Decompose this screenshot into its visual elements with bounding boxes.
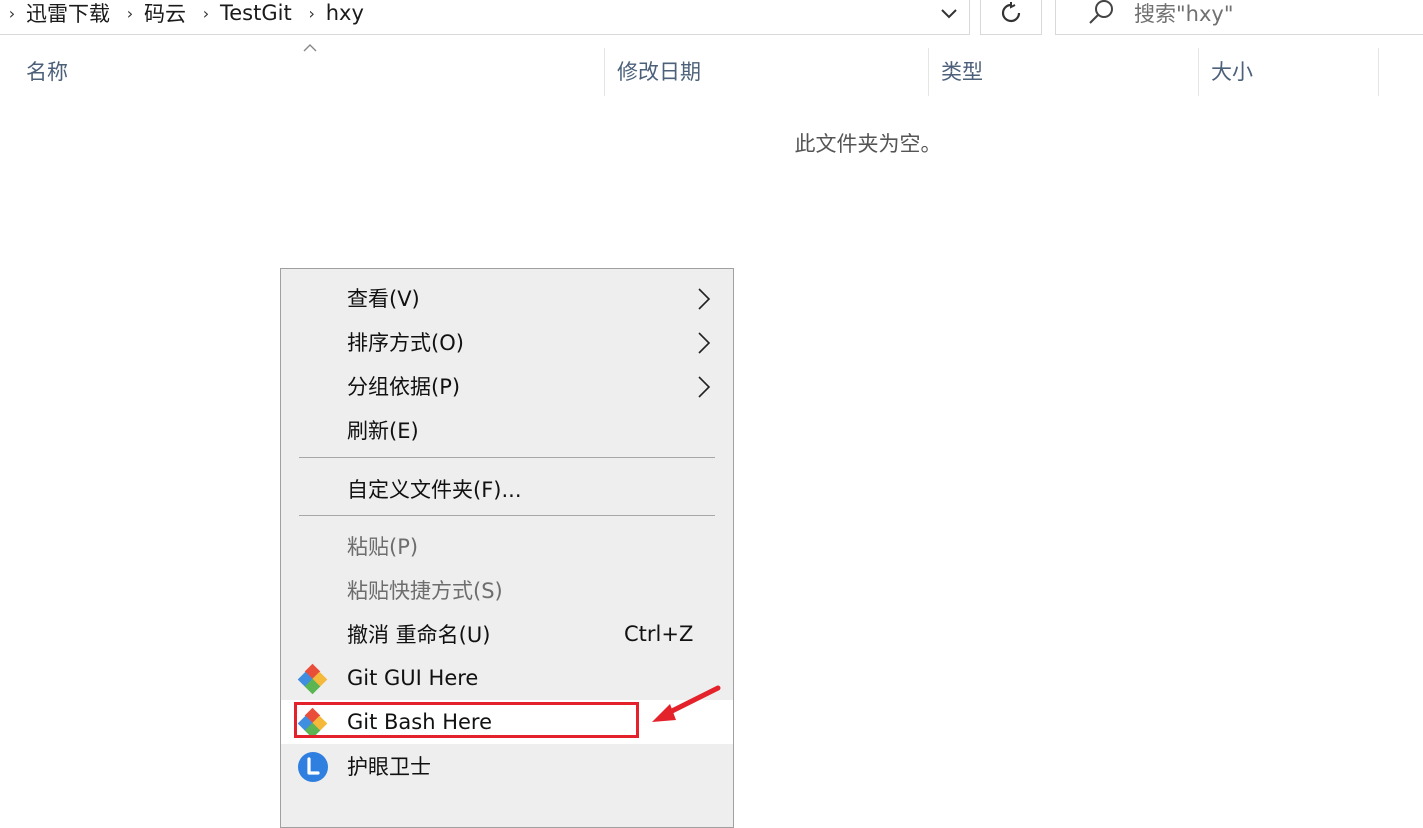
menu-item-undo-rename[interactable]: 撤消 重命名(U) Ctrl+Z bbox=[281, 612, 733, 656]
menu-item-shortcut: Ctrl+Z bbox=[624, 622, 694, 646]
search-input[interactable]: 搜索"hxy" bbox=[1134, 0, 1233, 28]
breadcrumb-item[interactable]: 迅雷下载 bbox=[20, 0, 118, 28]
menu-separator bbox=[299, 515, 715, 516]
refresh-icon bbox=[1001, 2, 1021, 23]
search-icon bbox=[1089, 0, 1113, 24]
git-icon bbox=[297, 663, 328, 695]
annotation-highlight-box bbox=[294, 702, 639, 738]
sort-ascending-icon bbox=[303, 44, 317, 52]
menu-item-group-by[interactable]: 分组依据(P) bbox=[281, 364, 733, 408]
menu-item-label: 分组依据(P) bbox=[347, 375, 461, 399]
menu-item-paste: 粘贴(P) bbox=[281, 524, 733, 568]
chevron-down-icon bbox=[941, 9, 957, 19]
toolbar: › 迅雷下载 › 码云 › TestGit › hxy 搜索"hxy" bbox=[0, 0, 1423, 36]
breadcrumb-item[interactable]: hxy bbox=[320, 1, 372, 25]
refresh-button[interactable] bbox=[980, 0, 1042, 35]
submenu-arrow-icon bbox=[698, 376, 711, 398]
menu-item-label: 粘贴(P) bbox=[347, 535, 419, 559]
breadcrumb-item[interactable]: 码云 bbox=[138, 0, 194, 28]
chevron-right-icon[interactable]: › bbox=[198, 4, 214, 23]
column-divider[interactable] bbox=[1378, 48, 1379, 96]
menu-item-eye-guard[interactable]: 护眼卫士 bbox=[281, 744, 733, 788]
column-header-name[interactable]: 名称 bbox=[14, 48, 604, 96]
column-header-type[interactable]: 类型 bbox=[929, 48, 1197, 96]
menu-item-label: 撤消 重命名(U) bbox=[347, 623, 491, 647]
address-history-button[interactable] bbox=[929, 0, 969, 34]
context-menu: 查看(V) 排序方式(O) 分组依据(P) 刷新(E) 自定义文件夹(F)...… bbox=[280, 268, 734, 828]
column-header-date-modified[interactable]: 修改日期 bbox=[605, 48, 927, 96]
column-header-size[interactable]: 大小 bbox=[1199, 48, 1377, 96]
menu-item-label: 自定义文件夹(F)... bbox=[347, 478, 522, 502]
menu-item-paste-shortcut: 粘贴快捷方式(S) bbox=[281, 568, 733, 612]
menu-item-view[interactable]: 查看(V) bbox=[281, 276, 733, 320]
menu-item-label: 刷新(E) bbox=[347, 419, 419, 443]
submenu-arrow-icon bbox=[698, 288, 711, 310]
menu-item-label: 粘贴快捷方式(S) bbox=[347, 579, 503, 603]
menu-item-label: 排序方式(O) bbox=[347, 331, 464, 355]
eye-guard-icon bbox=[298, 752, 328, 782]
column-headers: 名称 修改日期 类型 大小 bbox=[0, 48, 1423, 98]
menu-item-label: 查看(V) bbox=[347, 287, 420, 311]
menu-item-label: 护眼卫士 bbox=[347, 755, 431, 779]
empty-folder-message: 此文件夹为空。 bbox=[794, 132, 942, 156]
chevron-right-icon[interactable]: › bbox=[304, 4, 320, 23]
search-box[interactable]: 搜索"hxy" bbox=[1055, 0, 1423, 35]
chevron-right-icon[interactable]: › bbox=[4, 4, 20, 23]
menu-separator bbox=[299, 457, 715, 458]
menu-item-label: Git GUI Here bbox=[347, 666, 479, 690]
breadcrumb-item[interactable]: TestGit bbox=[214, 1, 300, 25]
address-bar[interactable]: › 迅雷下载 › 码云 › TestGit › hxy bbox=[0, 0, 970, 35]
menu-item-sort-by[interactable]: 排序方式(O) bbox=[281, 320, 733, 364]
submenu-arrow-icon bbox=[698, 332, 711, 354]
chevron-right-icon[interactable]: › bbox=[122, 4, 138, 23]
annotation-arrow-icon bbox=[652, 685, 721, 722]
menu-item-customize-folder[interactable]: 自定义文件夹(F)... bbox=[281, 467, 733, 511]
menu-item-refresh[interactable]: 刷新(E) bbox=[281, 408, 733, 452]
